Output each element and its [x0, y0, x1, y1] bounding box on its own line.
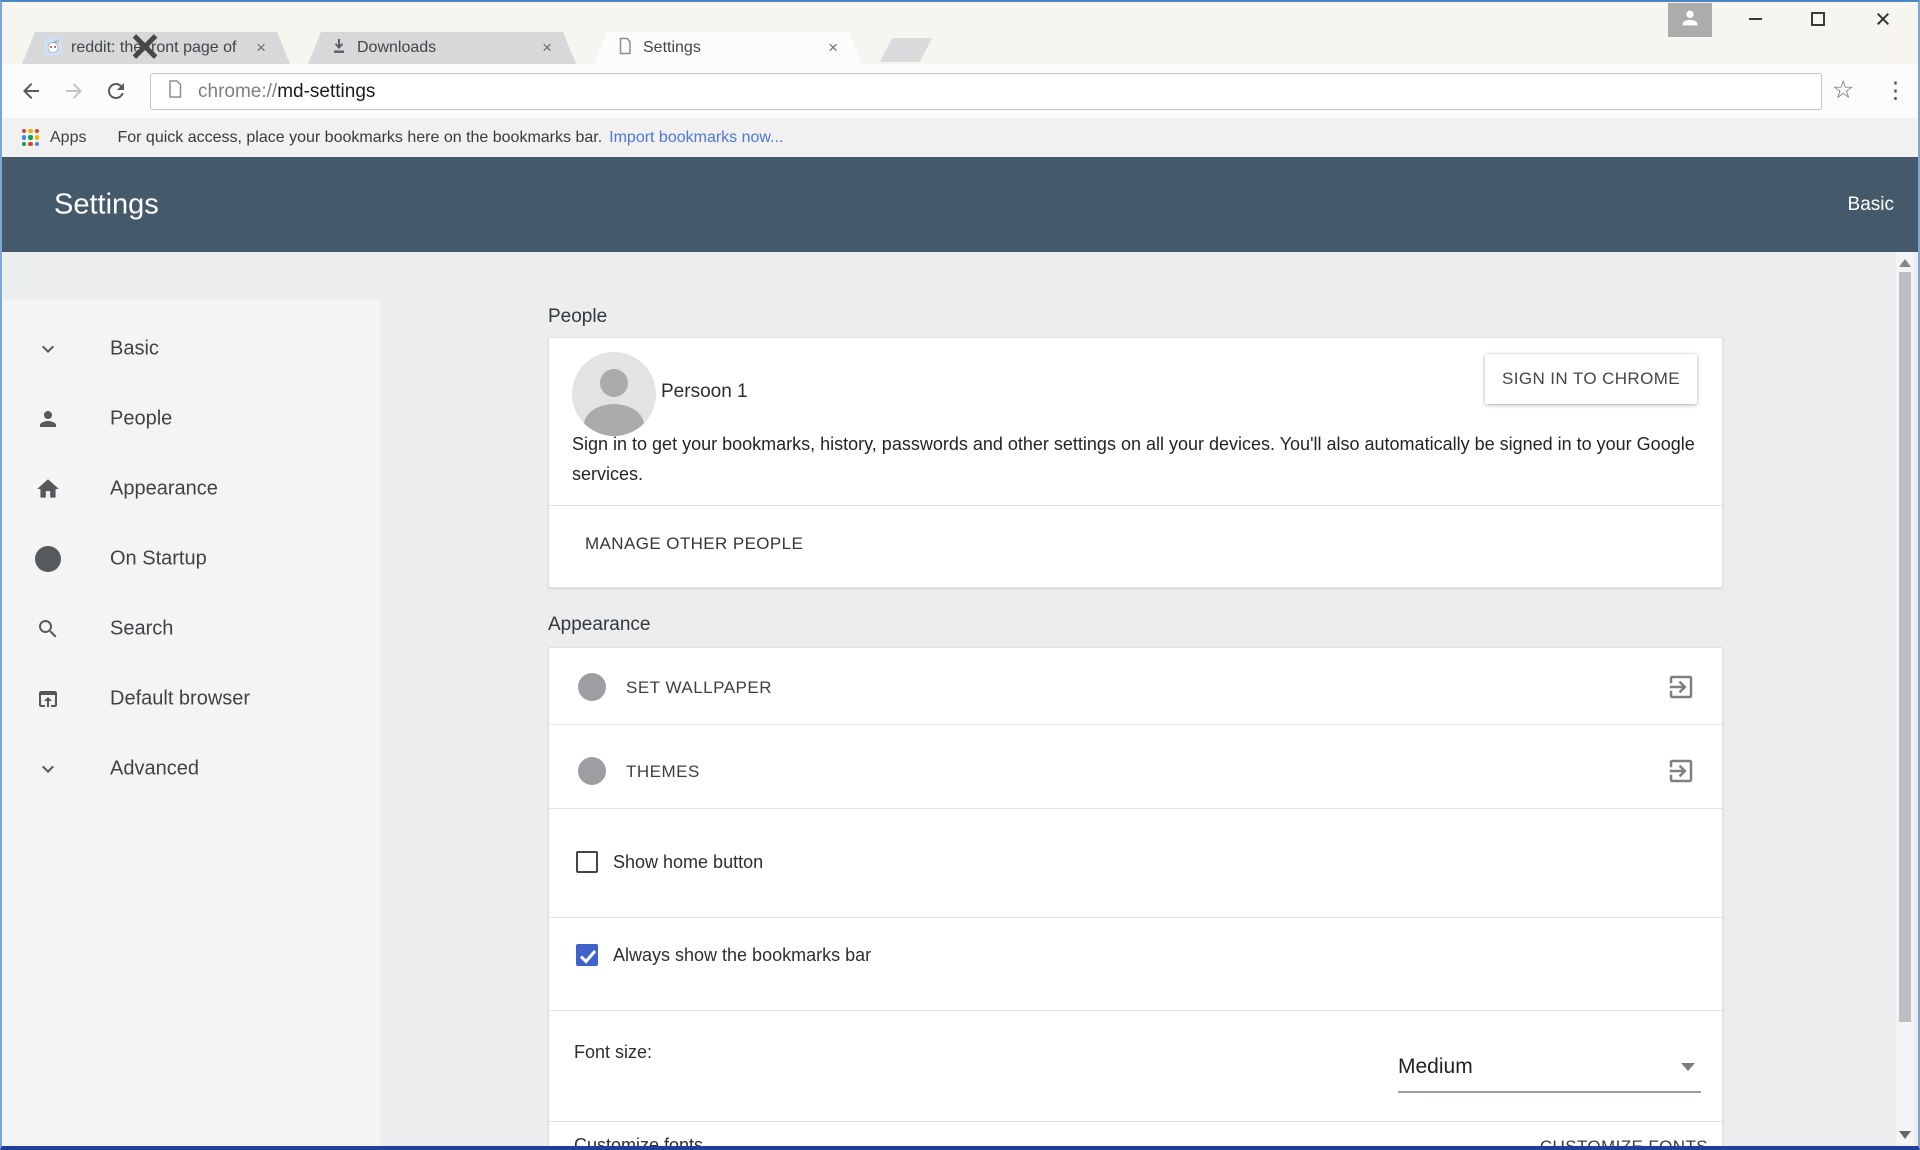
sidebar-item-label: Appearance: [110, 477, 218, 500]
scroll-up-arrow-icon[interactable]: [1899, 259, 1911, 267]
sidebar-item-label: People: [110, 407, 173, 430]
tab-close-icon[interactable]: ×: [826, 38, 840, 58]
chevron-down-icon: [35, 336, 61, 362]
page-icon: [165, 79, 185, 104]
back-button[interactable]: [19, 79, 43, 103]
apps-grid-icon[interactable]: [22, 129, 39, 146]
sidebar-item-label: Advanced: [110, 757, 199, 780]
minimize-button[interactable]: [1727, 0, 1783, 38]
divider: [549, 505, 1722, 506]
scrollbar-thumb[interactable]: [1899, 272, 1911, 1022]
circle-icon: [35, 546, 61, 572]
bookmarks-bar-label[interactable]: Always show the bookmarks bar: [613, 945, 871, 966]
browser-menu-icon[interactable]: ⋮: [1884, 77, 1907, 103]
tab-downloads[interactable]: Downloads ×: [308, 32, 576, 64]
url-path: md-settings: [277, 80, 376, 102]
tab-close-icon[interactable]: ×: [254, 38, 268, 58]
maximize-button[interactable]: [1790, 0, 1846, 38]
font-size-dropdown[interactable]: Medium: [1398, 1044, 1701, 1096]
bookmarks-message: For quick access, place your bookmarks h…: [117, 128, 603, 146]
avatar: [572, 352, 656, 436]
exit-to-app-icon[interactable]: [1666, 672, 1696, 702]
url-scheme: chrome://: [198, 80, 278, 102]
divider: [549, 808, 1722, 809]
bookmarks-bar-checkbox[interactable]: [576, 944, 598, 966]
sidebar-item-appearance[interactable]: Appearance: [2, 454, 380, 524]
divider: [549, 1121, 1722, 1122]
bookmark-star-icon[interactable]: ☆: [1832, 75, 1854, 105]
sidebar-item-label: On Startup: [110, 547, 207, 570]
themes-thumb-icon: [578, 757, 606, 785]
sign-in-to-chrome-button[interactable]: SIGN IN TO CHROME: [1485, 354, 1697, 404]
sidebar-item-label: Basic: [110, 337, 159, 360]
divider: [549, 1010, 1722, 1011]
appearance-card: SET WALLPAPER THEMES Show home button Al…: [548, 647, 1723, 1150]
import-bookmarks-link[interactable]: Import bookmarks now...: [609, 129, 783, 147]
forward-button[interactable]: [62, 79, 86, 103]
sidebar-item-people[interactable]: People: [2, 384, 380, 454]
settings-sidebar: Basic People Appearance On Startup Searc…: [2, 300, 380, 1150]
people-card: Persoon 1 SIGN IN TO CHROME Sign in to g…: [548, 337, 1723, 588]
divider: [549, 724, 1722, 725]
apps-label[interactable]: Apps: [50, 129, 86, 147]
chevron-down-icon: [35, 756, 61, 782]
sidebar-item-on-startup[interactable]: On Startup: [2, 524, 380, 594]
settings-main: People Persoon 1 SIGN IN TO CHROME Sign …: [548, 252, 1723, 1150]
profile-avatar-icon: [1679, 7, 1701, 34]
sidebar-item-default-browser[interactable]: Default browser: [2, 664, 380, 734]
tab-title: Downloads: [357, 39, 437, 56]
reload-button[interactable]: [104, 79, 128, 103]
sidebar-item-search[interactable]: Search: [2, 594, 380, 664]
reddit-favicon-icon: [44, 37, 62, 60]
maximize-icon: [1811, 12, 1825, 26]
wallpaper-thumb-icon: [578, 673, 606, 701]
header-section-label: Basic: [1847, 193, 1894, 215]
exit-to-app-icon[interactable]: [1666, 756, 1696, 786]
show-home-button-checkbox[interactable]: [576, 851, 598, 873]
document-favicon-icon: [616, 37, 634, 60]
sidebar-item-label: Search: [110, 617, 174, 640]
home-icon: [35, 476, 61, 502]
sign-in-description: Sign in to get your bookmarks, history, …: [572, 434, 1695, 484]
set-wallpaper-button[interactable]: SET WALLPAPER: [626, 678, 772, 698]
customize-fonts-button[interactable]: CUSTOMIZE FONTS: [1540, 1137, 1708, 1150]
tab-title: Settings: [643, 39, 701, 56]
page-title: Settings: [54, 188, 159, 220]
section-heading-people: People: [548, 306, 608, 327]
tab-settings[interactable]: Settings ×: [594, 32, 862, 64]
sidebar-item-advanced[interactable]: Advanced: [2, 734, 380, 804]
dropdown-underline: [1398, 1091, 1701, 1093]
tab-close-icon[interactable]: ×: [540, 38, 554, 58]
font-size-label: Font size:: [574, 1042, 653, 1062]
address-bar[interactable]: chrome://md-settings: [150, 73, 1822, 110]
dropdown-arrow-icon: [1681, 1063, 1695, 1071]
tab-reddit[interactable]: reddit: the front page of ×: [22, 32, 290, 64]
sidebar-item-label: Default browser: [110, 687, 251, 710]
url-text[interactable]: chrome://md-settings: [198, 81, 375, 103]
bookmarks-bar: Apps For quick access, place your bookma…: [0, 118, 1920, 157]
titlebar: [0, 0, 1920, 64]
settings-content: Basic People Appearance On Startup Searc…: [0, 252, 1920, 1150]
close-window-button[interactable]: ×: [1853, 0, 1913, 38]
show-home-button-label[interactable]: Show home button: [613, 852, 763, 873]
tab-title: reddit: the front page of: [71, 39, 237, 56]
manage-other-people-button[interactable]: MANAGE OTHER PEOPLE: [585, 534, 803, 554]
download-favicon-icon: [330, 37, 348, 60]
font-size-value: Medium: [1398, 1055, 1473, 1078]
open-in-browser-icon: [35, 686, 61, 712]
profile-name: Persoon 1: [661, 381, 748, 402]
browser-toolbar: chrome://md-settings ☆ ⋮: [0, 64, 1920, 118]
search-icon: [35, 616, 61, 642]
page-scrollbar[interactable]: [1896, 252, 1914, 1146]
sidebar-item-basic[interactable]: Basic: [2, 314, 380, 384]
minimize-icon: [1748, 18, 1762, 20]
section-heading-appearance: Appearance: [548, 614, 651, 635]
person-icon: [35, 406, 61, 432]
themes-button[interactable]: THEMES: [626, 762, 700, 782]
scroll-down-arrow-icon[interactable]: [1899, 1131, 1911, 1139]
customize-fonts-label: Customize fonts: [574, 1135, 704, 1150]
divider: [549, 917, 1722, 918]
profile-button[interactable]: [1668, 3, 1712, 37]
settings-page-header: Settings Basic: [0, 157, 1920, 252]
